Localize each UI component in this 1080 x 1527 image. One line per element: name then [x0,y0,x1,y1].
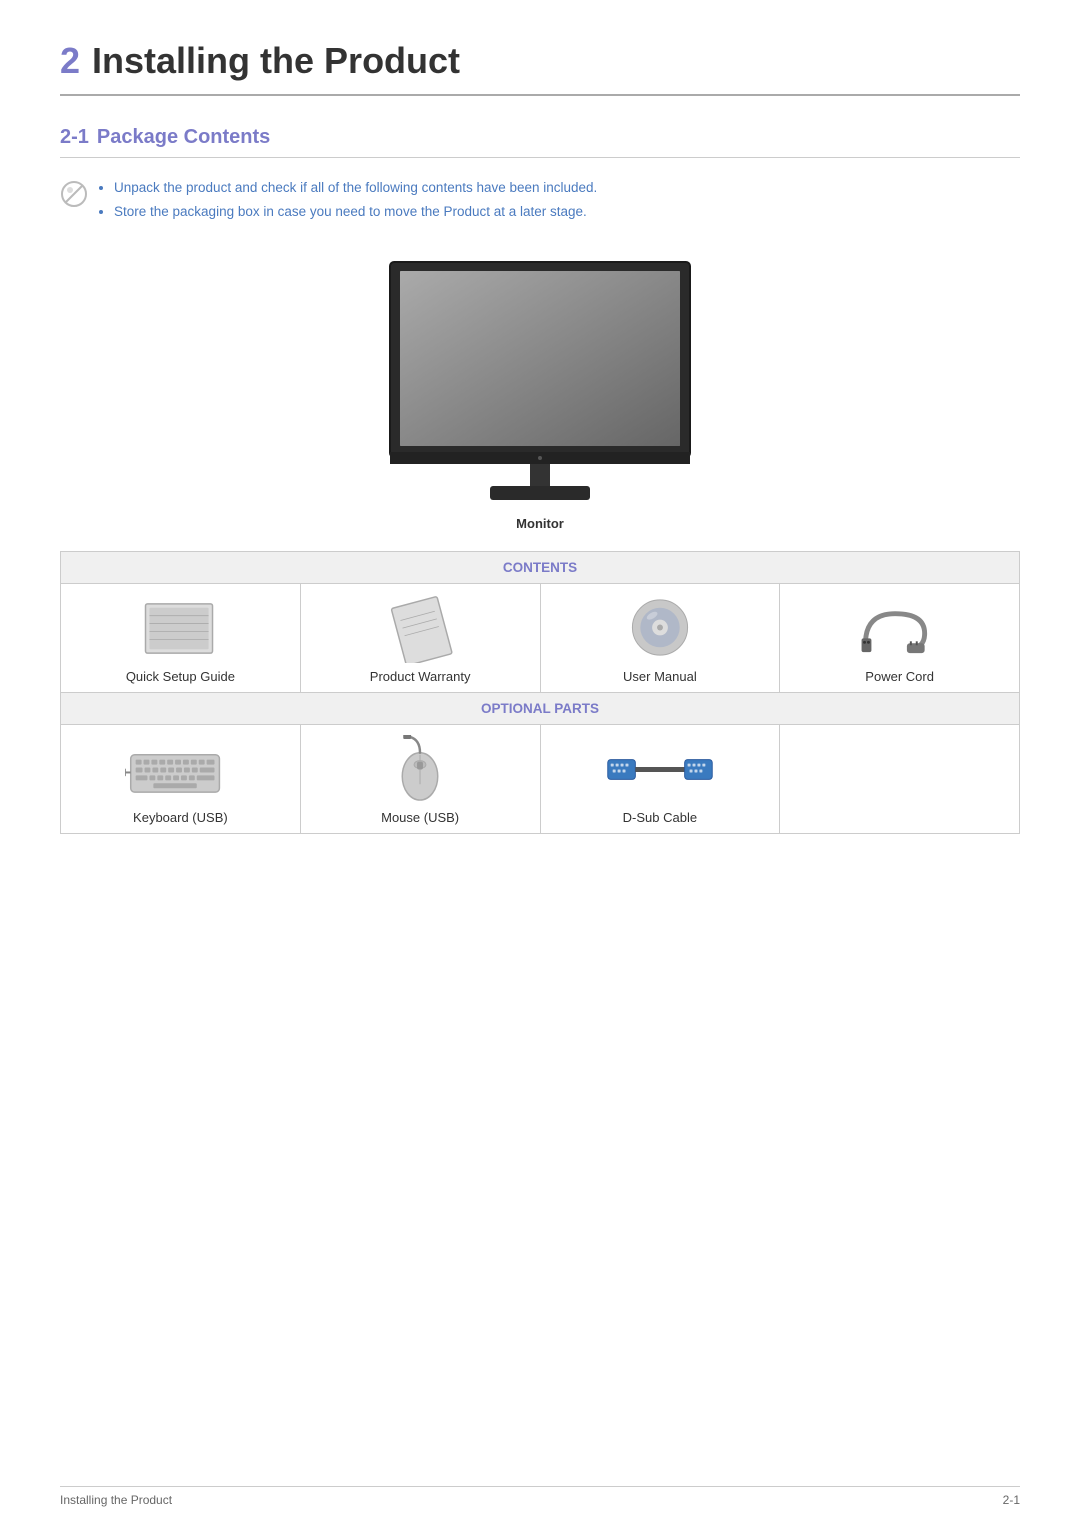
user-manual-icon-cell: User Manual [549,594,772,684]
product-warranty-icon-cell: Product Warranty [309,594,532,684]
mouse-icon-cell: Mouse (USB) [309,735,532,825]
note-item-1: Unpack the product and check if all of t… [114,178,597,198]
keyboard-icon-cell: Keyboard (USB) [69,735,292,825]
note-item-2: Store the packaging box in case you need… [114,202,597,222]
user-manual-label: User Manual [623,669,697,684]
chapter-title: 2 Installing the Product [60,40,1020,96]
power-cord-icon-cell: Power Cord [788,594,1011,684]
section-title: 2-1 Package Contents [60,126,1020,158]
item-user-manual: User Manual [540,583,780,692]
item-quick-setup: Quick Setup Guide [61,583,301,692]
section-num: 2-1 [60,126,89,148]
footer-right: 2-1 [1003,1493,1020,1507]
quick-setup-icon-cell: Quick Setup Guide [69,594,292,684]
quick-setup-label: Quick Setup Guide [126,669,235,684]
item-dsub: D-Sub Cable [540,724,780,833]
keyboard-label: Keyboard (USB) [133,810,228,825]
contents-header: CONTENTS [61,551,1020,583]
item-mouse: Mouse (USB) [300,724,540,833]
dsub-icon-cell: D-Sub Cable [549,735,772,825]
optional-header: OPTIONAL PARTS [61,692,1020,724]
contents-table: CONTENTS Quick Setup Guide [60,551,1020,834]
monitor-image [380,257,700,510]
note-icon [60,180,88,208]
note-bullets: Unpack the product and check if all of t… [98,178,597,227]
chapter-num: 2 [60,40,80,81]
empty-icon-cell [788,735,1011,825]
item-keyboard: Keyboard (USB) [61,724,301,833]
monitor-area: Monitor [60,257,1020,531]
section-title-text: Package Contents [97,126,270,148]
chapter-title-text: Installing the Product [92,40,460,81]
item-empty [780,724,1020,833]
monitor-label: Monitor [516,516,564,531]
product-warranty-label: Product Warranty [370,669,471,684]
power-cord-label: Power Cord [865,669,934,684]
footer-left: Installing the Product [60,1493,172,1507]
item-power-cord: Power Cord [780,583,1020,692]
mouse-label: Mouse (USB) [381,810,459,825]
dsub-label: D-Sub Cable [623,810,697,825]
note-area: Unpack the product and check if all of t… [60,178,1020,227]
page-footer: Installing the Product 2-1 [60,1486,1020,1507]
item-product-warranty: Product Warranty [300,583,540,692]
